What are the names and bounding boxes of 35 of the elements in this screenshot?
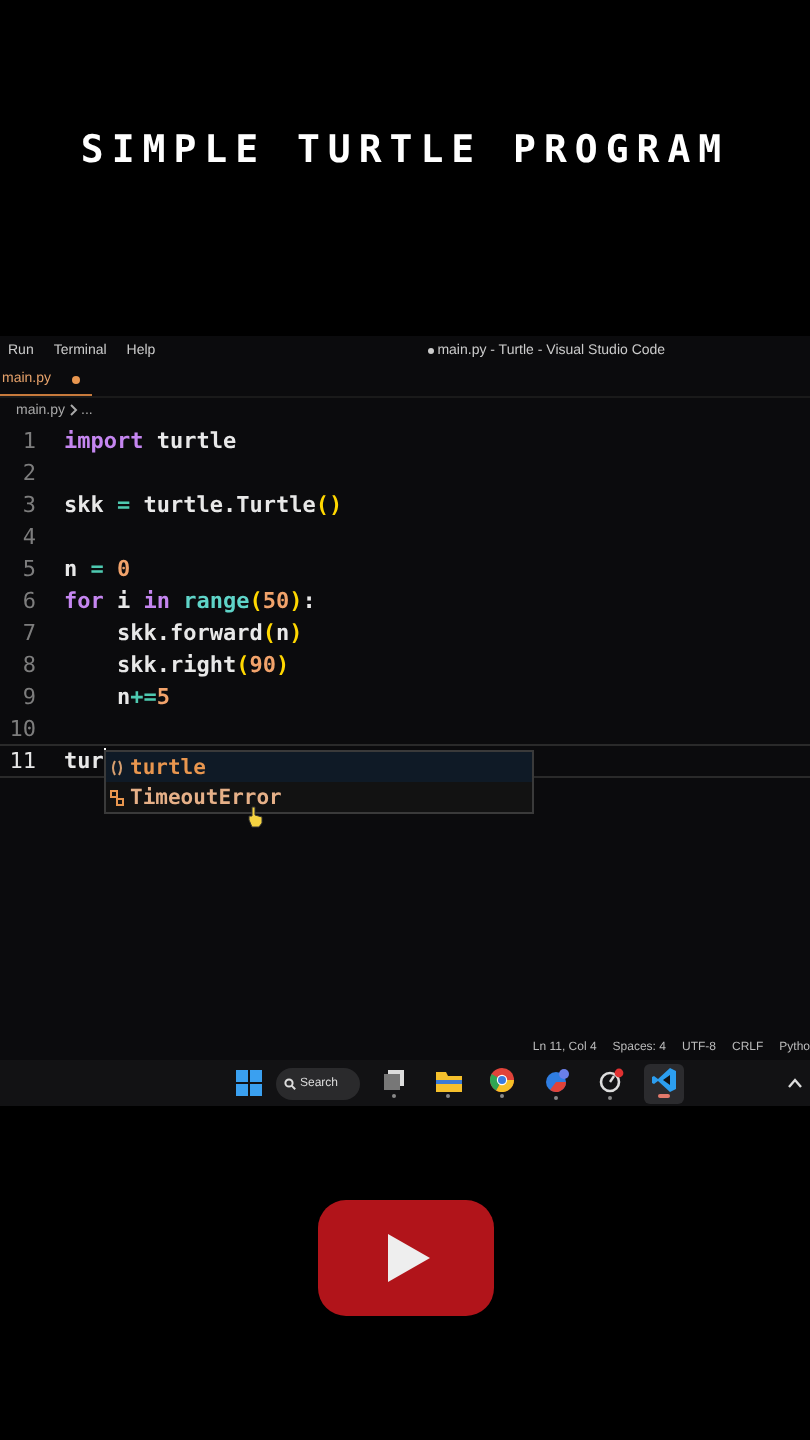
line-number: 1 xyxy=(20,426,36,456)
line-number: 11 xyxy=(7,746,36,776)
code-editor-icon xyxy=(652,1068,676,1092)
code-line: skk.forward(n) xyxy=(114,618,303,648)
code-line: for i in range(50): xyxy=(64,586,316,616)
code-line: n+=5 xyxy=(114,682,170,712)
suggestion-item[interactable]: turtle xyxy=(106,752,532,782)
line-number: 7 xyxy=(20,618,36,648)
folder-icon xyxy=(435,1069,461,1091)
code-line: n = 0 xyxy=(64,554,131,584)
chevron-up-icon[interactable] xyxy=(788,1078,802,1088)
line-number: 10 xyxy=(7,714,36,744)
line-number: 6 xyxy=(20,586,36,616)
line-number: 9 xyxy=(20,682,36,712)
search-icon xyxy=(284,1077,296,1089)
colorful-app-icon xyxy=(543,1067,569,1093)
suggestion-item[interactable]: TimeoutError xyxy=(106,782,532,812)
line-number: 4 xyxy=(20,522,36,552)
code-line: import turtle xyxy=(64,426,237,456)
taskbar-app-button[interactable] xyxy=(644,1063,684,1103)
line-number: 2 xyxy=(20,458,36,488)
play-logo-icon xyxy=(317,1200,493,1316)
line-number: 8 xyxy=(20,650,36,680)
code-line: skk = turtle.Turtle() xyxy=(64,490,343,520)
code-line: skk.right(90) xyxy=(114,650,290,680)
class-icon xyxy=(110,789,124,805)
chevron-right-icon xyxy=(69,404,78,416)
browser-icon xyxy=(490,1068,514,1092)
line-number: 5 xyxy=(20,554,36,584)
video-title: SIMPLE TURTLE PROGRAM xyxy=(80,128,730,176)
module-icon xyxy=(110,759,124,775)
task-view-icon xyxy=(382,1068,406,1092)
windows-logo-icon[interactable] xyxy=(236,1070,262,1096)
line-number: 3 xyxy=(20,490,36,520)
gauge-app-icon xyxy=(597,1067,623,1093)
